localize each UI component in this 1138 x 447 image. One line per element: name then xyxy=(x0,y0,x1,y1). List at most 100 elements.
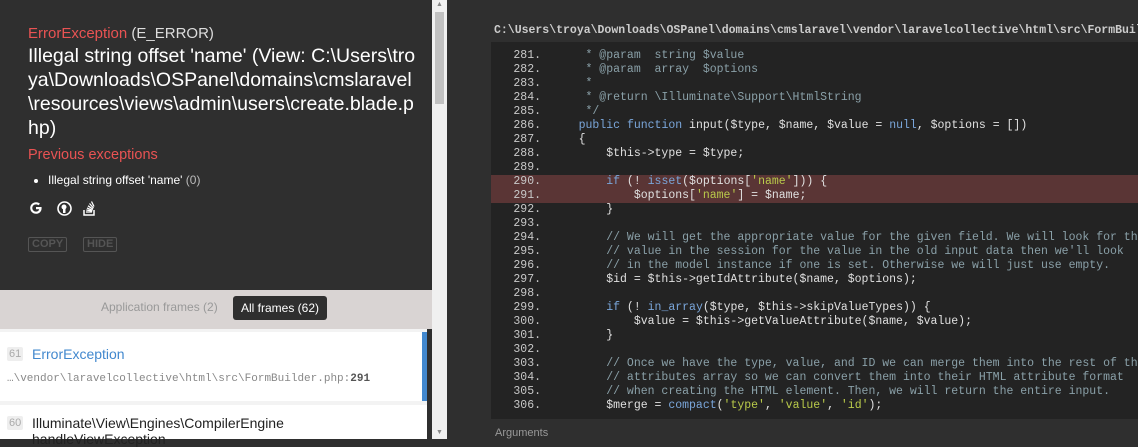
line-number: 304. xyxy=(513,371,541,384)
code-line: 298. xyxy=(491,287,1138,301)
line-code: * @return \Illuminate\Support\HtmlString xyxy=(551,91,862,104)
line-number: 300. xyxy=(513,315,541,328)
line-code: // when creating the HTML element. Then,… xyxy=(551,385,1110,398)
scroll-up-icon[interactable]: ▲ xyxy=(435,1,444,8)
line-number: 284. xyxy=(513,91,541,104)
exception-title: ErrorException (E_ERROR) xyxy=(28,25,214,42)
frame-number: 61 xyxy=(7,347,24,361)
frame-number: 60 xyxy=(7,416,24,430)
code-line: 284. * @return \Illuminate\Support\HtmlS… xyxy=(491,91,1138,105)
previous-exceptions-list: Illegal string offset 'name' (0) xyxy=(28,173,200,187)
code-line: 302. xyxy=(491,343,1138,357)
line-code: // We will get the appropriate value for… xyxy=(551,231,1138,244)
line-number: 281. xyxy=(513,49,541,62)
code-line: 301. } xyxy=(491,329,1138,343)
line-code: $id = $this->getIdAttribute($name, $opti… xyxy=(551,273,917,286)
code-line: 303. // Once we have the type, value, an… xyxy=(491,357,1138,371)
copy-button[interactable]: COPY xyxy=(28,237,68,252)
code-line: 289. xyxy=(491,161,1138,175)
previous-exception-message: Illegal string offset 'name' xyxy=(48,173,183,187)
exception-code: (E_ERROR) xyxy=(131,25,214,42)
code-line: 295. // value in the session for the val… xyxy=(491,245,1138,259)
frame-file: …\vendor\laravelcollective\html\src\Form… xyxy=(7,373,371,385)
line-number: 291. xyxy=(513,189,541,202)
line-number: 289. xyxy=(513,161,541,174)
code-line: 286. public function input($type, $name,… xyxy=(491,119,1138,133)
line-code: $this->type = $type; xyxy=(551,147,745,160)
code-line: 291. $options['name'] = $name; xyxy=(491,189,1138,203)
line-code: $value = $this->getValueAttribute($name,… xyxy=(551,315,972,328)
code-line: 294. // We will get the appropriate valu… xyxy=(491,231,1138,245)
line-number: 290. xyxy=(513,175,541,188)
line-number: 285. xyxy=(513,105,541,118)
line-code: * @param array $options xyxy=(551,63,759,76)
code-line: 296. // in the model instance if one is … xyxy=(491,259,1138,273)
line-code: if (! isset($options['name'])) { xyxy=(606,175,828,188)
exception-class: ErrorException xyxy=(28,25,128,42)
hide-button[interactable]: HIDE xyxy=(83,237,118,252)
code-line: 287. { xyxy=(491,133,1138,147)
line-number: 286. xyxy=(513,119,541,132)
code-line: 297. $id = $this->getIdAttribute($name, … xyxy=(491,273,1138,287)
line-code: // Once we have the type, value, and ID … xyxy=(551,357,1138,370)
line-code: } xyxy=(551,203,614,216)
line-code: if (! in_array($type, $this->skipValueTy… xyxy=(606,301,931,314)
line-number: 301. xyxy=(513,329,541,342)
arguments-label: Arguments xyxy=(495,427,549,439)
line-number: 287. xyxy=(513,133,541,146)
line-code: * xyxy=(551,77,593,90)
line-code: { xyxy=(551,133,586,146)
line-number: 292. xyxy=(513,203,541,216)
line-number: 303. xyxy=(513,357,541,370)
previous-exception-code: (0) xyxy=(185,173,201,187)
line-code: $options['name'] = $name; xyxy=(551,189,807,202)
line-number: 294. xyxy=(513,231,541,244)
left-scrollbar-thumb[interactable] xyxy=(435,12,444,104)
line-number: 296. xyxy=(513,259,541,272)
frame-item-active[interactable] xyxy=(0,332,427,401)
code-line: 292. } xyxy=(491,203,1138,217)
exception-message: Illegal string offset 'name' (View: C:\U… xyxy=(28,45,416,139)
scroll-down-icon[interactable]: ▼ xyxy=(435,429,444,436)
line-number: 297. xyxy=(513,273,541,286)
line-number: 293. xyxy=(513,217,541,230)
code-line: 305. // when creating the HTML element. … xyxy=(491,385,1138,399)
code-file-path: C:\Users\troya\Downloads\OSPanel\domains… xyxy=(494,24,1138,37)
frame-class: Illuminate\View\Engines\CompilerEngine xyxy=(32,415,284,431)
line-number: 283. xyxy=(513,77,541,90)
line-number: 306. xyxy=(513,399,541,412)
line-number: 295. xyxy=(513,245,541,258)
previous-exceptions-title: Previous exceptions xyxy=(28,147,158,163)
code-line: 306. $merge = compact('type', 'value', '… xyxy=(491,399,1138,413)
code-line: 282. * @param array $options xyxy=(491,63,1138,77)
frame-file-path: …\vendor\laravelcollective\html\src\Form… xyxy=(7,373,344,385)
code-line: 285. */ xyxy=(491,105,1138,119)
google-icon[interactable] xyxy=(28,200,44,216)
duckduckgo-icon[interactable] xyxy=(56,200,72,216)
code-line: 304. // attributes array so we can conve… xyxy=(491,371,1138,385)
line-code: } xyxy=(551,329,614,342)
line-number: 302. xyxy=(513,343,541,356)
application-frames-tab[interactable]: Application frames (2) xyxy=(101,300,218,314)
line-number: 299. xyxy=(513,301,541,314)
code-line: 288. $this->type = $type; xyxy=(491,147,1138,161)
line-number: 282. xyxy=(513,63,541,76)
code-line: 290. if (! isset($options['name'])) { xyxy=(491,175,1138,189)
line-number: 305. xyxy=(513,385,541,398)
code-line: 299. if (! in_array($type, $this->skipVa… xyxy=(491,301,1138,315)
all-frames-tab[interactable]: All frames (62) xyxy=(233,296,328,320)
frame-class: ErrorException xyxy=(32,346,125,362)
line-code: // in the model instance if one is set. … xyxy=(551,259,1110,272)
stackoverflow-icon[interactable] xyxy=(82,200,98,216)
line-code: public function input($type, $name, $val… xyxy=(578,119,1028,132)
code-line: 293. xyxy=(491,217,1138,231)
previous-exception-item: Illegal string offset 'name' (0) xyxy=(48,173,200,187)
exception-header: ErrorException (E_ERROR) Illegal string … xyxy=(0,0,432,290)
code-line: 281. * @param string $value xyxy=(491,49,1138,63)
line-code: */ xyxy=(551,105,600,118)
frame-file-line: 291 xyxy=(350,373,371,385)
frame-method: handleViewException xyxy=(32,431,166,447)
